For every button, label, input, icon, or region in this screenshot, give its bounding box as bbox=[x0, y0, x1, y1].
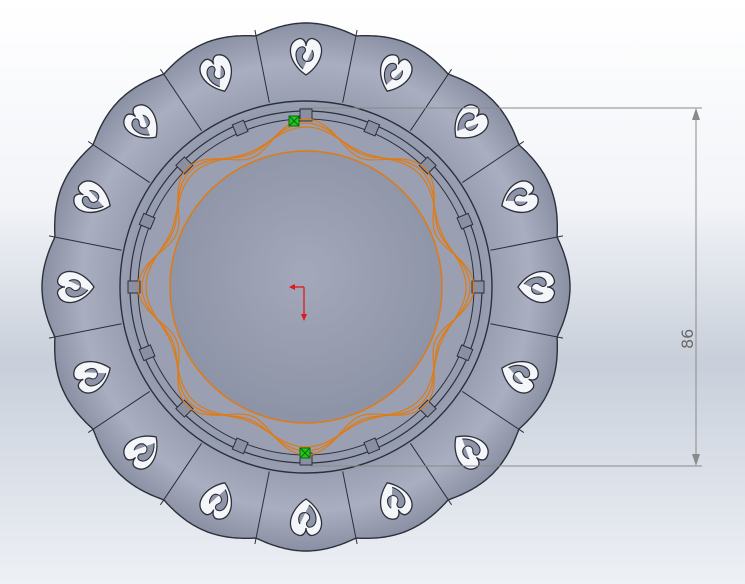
cad-model-canvas[interactable]: 86 bbox=[0, 0, 745, 584]
center-hub[interactable] bbox=[169, 150, 443, 424]
sketch-point-bottom[interactable] bbox=[299, 447, 311, 459]
graphics-viewport[interactable]: 86 bbox=[0, 0, 745, 584]
sketch-point-top[interactable] bbox=[288, 115, 300, 127]
dimension-arrow-top bbox=[692, 108, 700, 120]
dimension-value[interactable]: 86 bbox=[678, 329, 697, 349]
wheel-part[interactable] bbox=[41, 22, 571, 552]
dimension-arrow-bottom bbox=[692, 454, 700, 466]
